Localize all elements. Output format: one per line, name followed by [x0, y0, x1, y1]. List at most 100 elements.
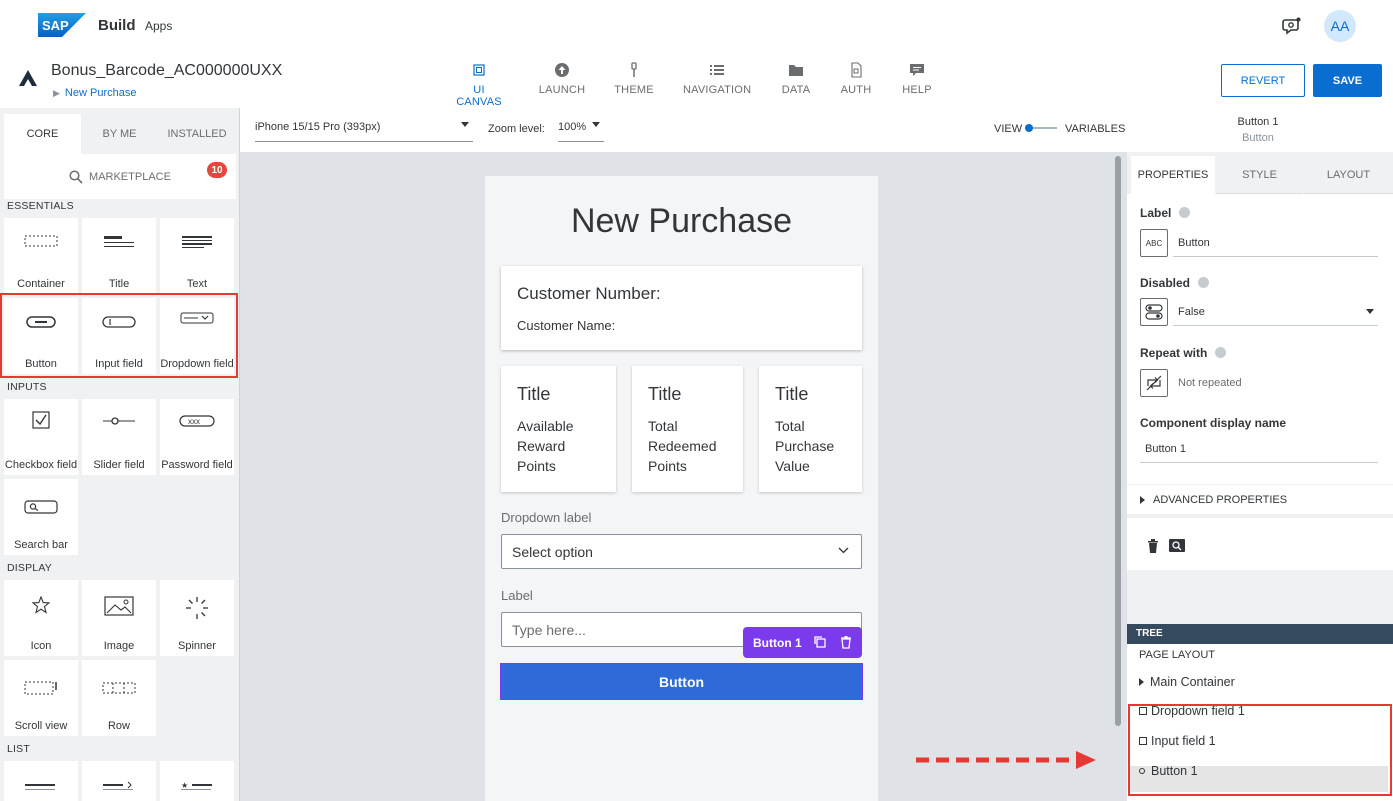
trash-icon[interactable] — [1147, 538, 1159, 553]
component-list-item-icon[interactable]: ★ — [160, 761, 234, 801]
view-variables-toggle[interactable] — [1025, 124, 1057, 132]
dropdown-field[interactable]: Select option — [501, 534, 862, 569]
disabled-select[interactable]: False — [1173, 298, 1378, 326]
tab-properties[interactable]: PROPERTIES — [1131, 156, 1215, 194]
display-name-input[interactable]: Button 1 — [1140, 435, 1378, 463]
tile-label: Image — [103, 640, 135, 652]
component-slider-field[interactable]: Slider field — [82, 399, 156, 475]
label-input[interactable]: Button — [1173, 229, 1378, 257]
tab-data[interactable]: DATA — [776, 62, 816, 96]
stat-card-text: Available Reward Points — [517, 418, 574, 474]
repeat-property-title: Repeat with — [1140, 346, 1227, 360]
stat-card[interactable]: Title Total Redeemed Points — [632, 366, 743, 492]
component-spinner[interactable]: Spinner — [160, 580, 234, 656]
component-list-item[interactable] — [4, 761, 78, 801]
advanced-properties-toggle[interactable]: ADVANCED PROPERTIES — [1127, 484, 1393, 514]
revert-button[interactable]: REVERT — [1221, 64, 1305, 97]
breadcrumb[interactable]: ▶ New Purchase — [53, 87, 136, 99]
component-search-bar[interactable]: Search bar — [4, 479, 78, 555]
tab-navigation[interactable]: NAVIGATION — [683, 62, 751, 96]
highlight-frame-essentials — [0, 293, 238, 378]
tile-label: Slider field — [93, 459, 145, 471]
tree-main-container[interactable]: Main Container — [1139, 675, 1235, 689]
caret-down-icon — [592, 122, 600, 127]
component-actions — [1127, 518, 1393, 570]
tab-launch[interactable]: LAUNCH — [536, 62, 588, 96]
selection-chip[interactable]: Button 1 — [743, 627, 862, 658]
tree-header: TREE — [1127, 624, 1393, 644]
ui-canvas[interactable]: New Purchase Customer Number: Customer N… — [240, 152, 1127, 801]
text-binding-glyph: ABC — [1145, 238, 1163, 248]
star-icon — [4, 596, 78, 616]
text-binding-icon[interactable]: ABC — [1140, 229, 1168, 257]
upload-icon — [554, 62, 570, 78]
info-icon[interactable] — [1215, 347, 1227, 358]
phone-preview[interactable]: New Purchase Customer Number: Customer N… — [485, 176, 878, 801]
section-essentials: ESSENTIALS — [7, 200, 74, 212]
container-icon — [4, 234, 78, 254]
repeat-binding-icon[interactable] — [1140, 369, 1168, 397]
caret-down-icon — [1366, 309, 1374, 314]
chevron-down-icon — [838, 547, 849, 554]
toggle-binding-icon[interactable] — [1140, 298, 1168, 326]
tab-auth[interactable]: AUTH — [836, 62, 876, 96]
top-bar: SAP Build Apps AA — [0, 0, 1393, 52]
properties-form: Label ABC Button Disabled False Repeat w… — [1127, 194, 1393, 484]
duplicate-icon[interactable] — [813, 635, 827, 649]
marketplace-button[interactable]: MARKETPLACE — [4, 154, 236, 199]
component-checkbox-field[interactable]: Checkbox field — [4, 399, 78, 475]
stat-card[interactable]: Title Available Reward Points — [501, 366, 616, 492]
list-item-chevron-icon — [82, 781, 156, 801]
tab-help[interactable]: HELP — [898, 62, 936, 96]
tab-core[interactable]: CORE — [4, 114, 81, 154]
canvas-scrollbar[interactable] — [1115, 156, 1121, 726]
component-image[interactable]: Image — [82, 580, 156, 656]
inspect-icon[interactable] — [1169, 539, 1185, 552]
search-icon — [69, 169, 83, 184]
component-text[interactable]: Text — [160, 218, 234, 294]
save-button[interactable]: SAVE — [1313, 64, 1382, 97]
tab-ui-canvas[interactable]: UI CANVAS — [449, 62, 509, 108]
checkbox-icon — [4, 411, 78, 431]
input-placeholder: Type here... — [512, 622, 586, 638]
customer-card[interactable]: Customer Number: Customer Name: — [501, 266, 862, 350]
component-scroll-view[interactable]: Scroll view — [4, 660, 78, 736]
component-row[interactable]: Row — [82, 660, 156, 736]
component-password-field[interactable]: xxx Password field — [160, 399, 234, 475]
tab-layout[interactable]: LAYOUT — [1304, 156, 1393, 194]
page-title[interactable]: New Purchase — [485, 202, 878, 241]
tab-label: UI CANVAS — [456, 84, 502, 108]
delete-icon[interactable] — [839, 635, 853, 649]
component-list-item-nav[interactable] — [82, 761, 156, 801]
tab-by-me[interactable]: BY ME — [81, 114, 158, 154]
tab-style[interactable]: STYLE — [1216, 156, 1303, 194]
component-title[interactable]: Title — [82, 218, 156, 294]
customer-name-text[interactable]: Customer Name: — [517, 318, 615, 333]
repeat-value[interactable]: Not repeated — [1173, 369, 1378, 397]
canvas-toolbar: iPhone 15/15 Pro (393px) Zoom level: 100… — [240, 108, 1127, 152]
feedback-icon[interactable] — [1282, 16, 1302, 36]
stat-card-title: Title — [775, 384, 809, 404]
component-icon[interactable]: Icon — [4, 580, 78, 656]
disabled-property-title: Disabled — [1140, 276, 1210, 290]
breadcrumb-page[interactable]: New Purchase — [65, 87, 137, 99]
chat-icon — [909, 62, 925, 78]
info-icon[interactable] — [1198, 277, 1210, 288]
project-logo-icon — [17, 67, 39, 89]
tab-theme[interactable]: THEME — [612, 62, 656, 96]
customer-number-text[interactable]: Customer Number: — [517, 284, 661, 304]
zoom-select[interactable]: 100% — [558, 116, 604, 142]
tile-label: Text — [186, 278, 208, 290]
stat-card-title: Title — [517, 384, 551, 404]
tile-label: Checkbox field — [4, 459, 78, 471]
phone-button[interactable]: Button — [500, 663, 863, 700]
sap-logo[interactable]: SAP — [38, 13, 86, 37]
dropdown-value: Select option — [512, 544, 593, 560]
info-icon[interactable] — [1179, 207, 1191, 218]
tab-installed[interactable]: INSTALLED — [158, 114, 236, 154]
component-container[interactable]: Container — [4, 218, 78, 294]
stat-card[interactable]: Title Total Purchase Value — [759, 366, 862, 492]
list-item-icon — [4, 781, 78, 801]
device-select[interactable]: iPhone 15/15 Pro (393px) — [255, 116, 473, 142]
avatar[interactable]: AA — [1324, 10, 1356, 42]
